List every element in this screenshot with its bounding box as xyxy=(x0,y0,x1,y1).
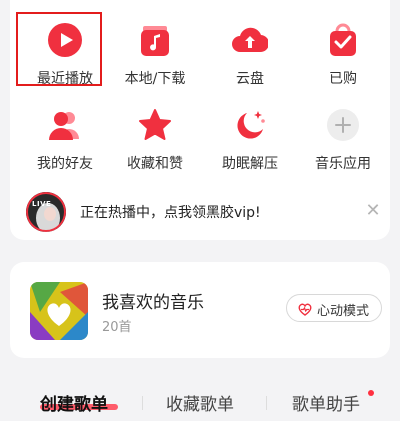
purchased-label: 已购 xyxy=(329,71,357,87)
tab-divider xyxy=(142,396,143,410)
heart-pulse-icon xyxy=(298,303,312,316)
my-friends-button[interactable]: 我的好友 xyxy=(20,95,110,175)
sleep-relax-label: 助眠解压 xyxy=(222,156,278,172)
close-icon[interactable]: ✕ xyxy=(364,202,382,220)
liked-music-count: 20首 xyxy=(102,320,132,335)
selection-highlight xyxy=(16,12,102,86)
music-note-icon xyxy=(141,26,169,56)
live-badge: LIVE xyxy=(32,200,52,208)
notification-dot xyxy=(368,390,374,396)
star-icon xyxy=(139,109,171,140)
liked-music-card[interactable]: 我喜欢的音乐 20首 心动模式 xyxy=(10,262,390,358)
heartbeat-mode-label: 心动模式 xyxy=(317,304,370,319)
check-bag-icon xyxy=(330,23,356,56)
tab-created-playlists[interactable]: 创建歌单 xyxy=(40,390,108,415)
favorites-likes-button[interactable]: 收藏和赞 xyxy=(110,95,200,175)
cloud-upload-icon xyxy=(232,27,268,53)
local-download-label: 本地/下载 xyxy=(124,71,186,87)
plus-icon xyxy=(327,109,359,141)
music-apps-label: 音乐应用 xyxy=(315,156,371,172)
live-avatar: LIVE xyxy=(26,192,66,232)
liked-music-cover xyxy=(30,282,88,340)
heartbeat-mode-button[interactable]: 心动模式 xyxy=(286,294,382,322)
tab-collected-playlists[interactable]: 收藏歌单 xyxy=(166,390,234,415)
banner-message: 正在热播中，点我领黑胶vip! xyxy=(80,205,261,221)
local-download-button[interactable]: 本地/下载 xyxy=(110,10,200,90)
cloud-drive-button[interactable]: 云盘 xyxy=(205,10,295,90)
favorites-likes-label: 收藏和赞 xyxy=(127,156,183,172)
music-apps-button[interactable]: 音乐应用 xyxy=(298,95,388,175)
cloud-drive-label: 云盘 xyxy=(236,71,264,87)
moon-icon xyxy=(237,111,265,139)
sleep-relax-button[interactable]: 助眠解压 xyxy=(205,95,295,175)
liked-music-title: 我喜欢的音乐 xyxy=(102,293,204,313)
tab-playlist-assistant[interactable]: 歌单助手 xyxy=(292,390,360,415)
my-friends-label: 我的好友 xyxy=(37,156,93,172)
purchased-button[interactable]: 已购 xyxy=(298,10,388,90)
tab-divider xyxy=(266,396,267,410)
friends-icon xyxy=(49,112,79,140)
live-promo-banner[interactable]: LIVE 正在热播中，点我领黑胶vip! ✕ xyxy=(26,192,386,232)
